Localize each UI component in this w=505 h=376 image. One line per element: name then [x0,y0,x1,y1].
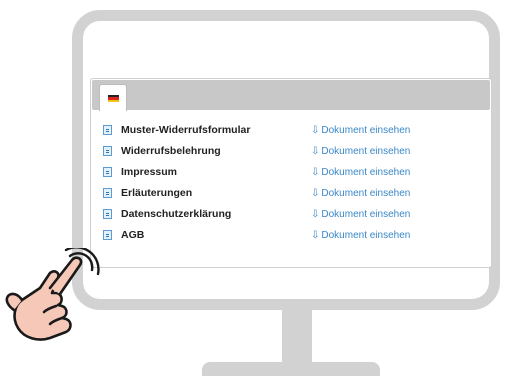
document-icon [103,209,112,219]
view-document-label: Dokument einsehen [321,230,411,241]
document-icon [103,125,112,135]
download-icon: ⇩ [311,230,320,241]
document-icon [103,167,112,177]
illustration-stage: Muster-Widerrufsformular ⇩ Dokument einse… [0,0,505,376]
tab-german[interactable] [99,84,127,111]
view-document-label: Dokument einsehen [321,188,411,199]
document-name: Muster-Widerrufsformular [121,124,251,136]
view-document-link[interactable]: ⇩ Dokument einsehen [311,208,410,221]
document-name: Impressum [121,166,178,178]
list-item: Muster-Widerrufsformular ⇩ Dokument einse… [91,124,491,142]
view-document-link[interactable]: ⇩ Dokument einsehen [311,229,410,242]
view-document-label: Dokument einsehen [321,146,411,157]
download-icon: ⇩ [311,188,320,199]
document-icon [103,230,112,240]
view-document-label: Dokument einsehen [321,125,411,136]
list-item: Impressum ⇩ Dokument einsehen [91,166,491,184]
pointing-hand-icon [5,248,100,341]
view-document-link[interactable]: ⇩ Dokument einsehen [311,124,410,137]
download-icon: ⇩ [311,209,320,220]
download-icon: ⇩ [311,125,320,136]
document-name: Erläuterungen [121,187,193,199]
view-document-link[interactable]: ⇩ Dokument einsehen [311,145,410,158]
view-document-label: Dokument einsehen [321,209,411,220]
german-flag-icon [108,95,119,102]
document-icon [103,146,112,156]
document-name: Widerrufsbelehrung [121,145,221,157]
view-document-link[interactable]: ⇩ Dokument einsehen [311,187,410,200]
document-name: Datenschutzerklärung [121,208,232,220]
monitor-stand-neck [282,310,312,368]
download-icon: ⇩ [311,146,320,157]
list-item: Erläuterungen ⇩ Dokument einsehen [91,187,491,205]
list-item: AGB ⇩ Dokument einsehen [91,229,491,247]
view-document-link[interactable]: ⇩ Dokument einsehen [311,166,410,179]
list-item: Widerrufsbelehrung ⇩ Dokument einsehen [91,145,491,163]
documents-panel: Muster-Widerrufsformular ⇩ Dokument einse… [90,78,492,268]
view-document-label: Dokument einsehen [321,167,411,178]
document-name: AGB [121,229,145,241]
language-tab-bar [92,80,490,111]
list-item: Datenschutzerklärung ⇩ Dokument einsehen [91,208,491,226]
document-icon [103,188,112,198]
download-icon: ⇩ [311,167,320,178]
